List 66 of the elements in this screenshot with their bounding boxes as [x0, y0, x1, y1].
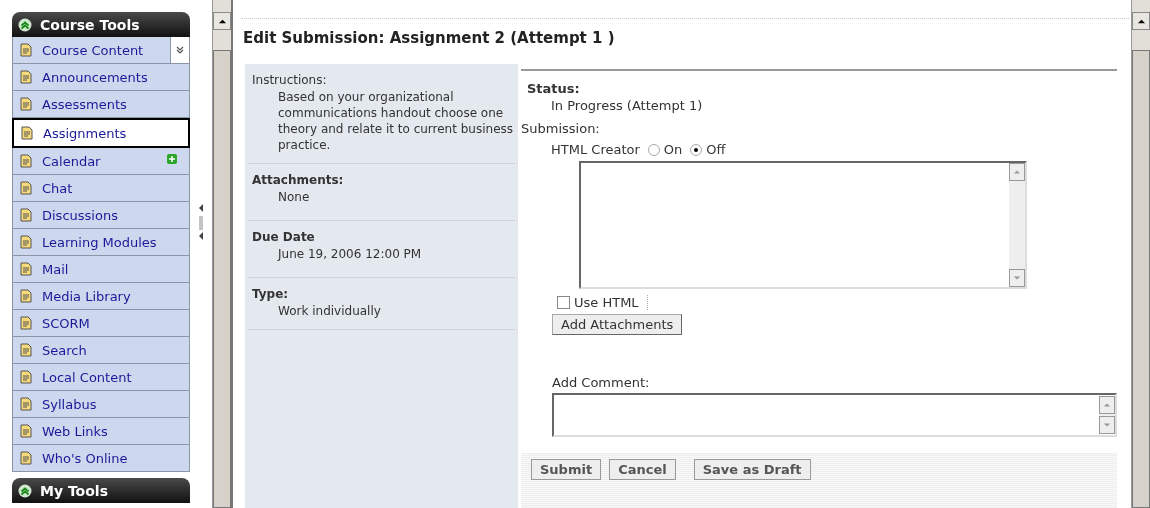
radio-option[interactable]: Off — [690, 142, 726, 157]
document-icon — [18, 369, 34, 385]
detail-value: Work individually — [277, 303, 382, 319]
sidebar-item[interactable]: Web Links — [12, 418, 190, 445]
panel-title: Course Tools — [40, 16, 140, 33]
document-icon — [18, 96, 34, 112]
detail-label: Due Date — [252, 230, 316, 244]
panel-title: My Tools — [40, 482, 108, 499]
document-icon — [18, 288, 34, 304]
document-icon — [18, 69, 34, 85]
comment-label: Add Comment: — [552, 375, 651, 390]
sidebar-item[interactable]: Media Library — [12, 283, 190, 310]
document-icon — [18, 180, 34, 196]
action-button[interactable]: Submit — [531, 459, 602, 480]
collapse-icon[interactable] — [18, 483, 32, 498]
radio-icon[interactable] — [690, 143, 703, 156]
scrollbar[interactable] — [1131, 0, 1150, 508]
detail-label: Attachments: — [252, 173, 345, 187]
status-label: Status: — [526, 81, 581, 96]
sidebar-item[interactable]: Assessments — [12, 91, 190, 118]
sidebar-item[interactable]: Mail — [12, 256, 190, 283]
add-attachments-button[interactable]: Add Attachments — [552, 314, 683, 335]
radio-option[interactable]: On — [647, 142, 683, 157]
scrollbar[interactable] — [212, 0, 231, 508]
panel-header[interactable]: My Tools — [12, 478, 190, 503]
status-value: In Progress (Attempt 1) — [550, 98, 704, 113]
sidebar-item[interactable]: Announcements — [12, 64, 190, 91]
document-icon — [18, 450, 34, 466]
page-title: Edit Submission: Assignment 2 (Attempt 1 ) — [242, 28, 616, 49]
document-icon — [18, 315, 34, 331]
sidebar-item[interactable]: Calendar — [12, 148, 190, 175]
collapse-icon[interactable] — [18, 17, 32, 32]
detail-value: None — [277, 189, 311, 205]
document-icon — [18, 207, 34, 223]
detail-label: Type: — [252, 287, 290, 301]
chevron-down-icon — [175, 45, 185, 55]
document-icon — [18, 396, 34, 412]
sidebar-item[interactable]: Search — [12, 337, 190, 364]
html-creator-label: HTML Creator — [551, 142, 640, 157]
sidebar-item[interactable]: Learning Modules — [12, 229, 190, 256]
sidebar-item[interactable]: Discussions — [12, 202, 190, 229]
sidebar-item[interactable]: Chat — [12, 175, 190, 202]
action-button[interactable]: Save as Draft — [693, 459, 811, 480]
use-html-checkbox[interactable]: Use HTML — [557, 295, 648, 310]
action-button[interactable]: Cancel — [609, 459, 676, 480]
document-icon — [19, 125, 35, 141]
sidebar-item[interactable]: SCORM — [12, 310, 190, 337]
sidebar-item[interactable]: Who's Online — [12, 445, 190, 472]
dropdown-button[interactable] — [170, 37, 189, 63]
detail-label: Instructions: — [252, 73, 328, 87]
document-icon — [18, 234, 34, 250]
new-badge-icon — [167, 154, 177, 164]
document-icon — [18, 342, 34, 358]
sidebar-item[interactable]: Syllabus — [12, 391, 190, 418]
panel-header[interactable]: Course Tools — [12, 12, 190, 37]
document-icon — [18, 153, 34, 169]
sidebar-item[interactable]: Local Content — [12, 364, 190, 391]
detail-value: Based on your organizational communications handout choose one theory and relate it to current business practice. — [277, 89, 514, 153]
radio-icon[interactable] — [647, 143, 660, 156]
submission-label: Submission: — [521, 121, 601, 136]
document-icon — [18, 261, 34, 277]
document-icon — [18, 42, 34, 58]
sidebar-item[interactable]: Assignments — [12, 118, 190, 148]
document-icon — [18, 423, 34, 439]
sidebar-item[interactable]: Course Content — [12, 37, 190, 64]
detail-value: June 19, 2006 12:00 PM — [276, 246, 423, 262]
